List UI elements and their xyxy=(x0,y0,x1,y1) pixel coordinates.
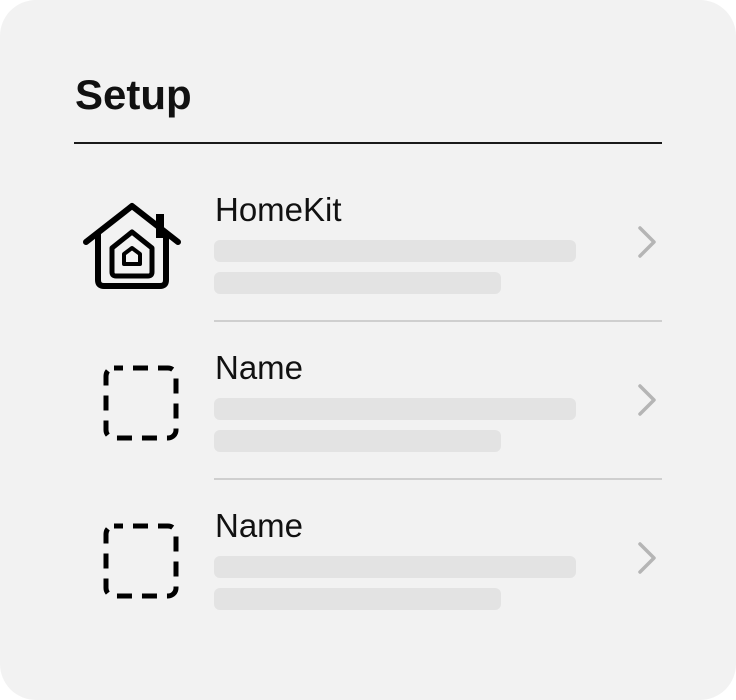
row-divider xyxy=(214,478,662,480)
description-placeholder-line xyxy=(214,398,576,420)
description-placeholder-line xyxy=(214,240,576,262)
chevron-right-icon xyxy=(634,538,660,578)
placeholder-dashed-square-icon xyxy=(82,510,182,610)
description-placeholder-line xyxy=(214,556,576,578)
setup-item-label: Name xyxy=(215,507,304,544)
setup-card: Setup HomeKit Name Name xyxy=(0,0,736,700)
placeholder-dashed-square-icon xyxy=(82,352,182,452)
setup-item-label: HomeKit xyxy=(215,191,342,228)
setup-item-name-2[interactable]: Name xyxy=(74,506,662,664)
chevron-right-icon xyxy=(634,380,660,420)
setup-item-homekit[interactable]: HomeKit xyxy=(74,190,662,348)
setup-item-label: Name xyxy=(215,349,304,386)
description-placeholder-line xyxy=(214,272,501,294)
title-divider xyxy=(74,142,662,144)
chevron-right-icon xyxy=(634,222,660,262)
homekit-house-icon xyxy=(82,196,182,296)
page-title: Setup xyxy=(75,71,192,118)
description-placeholder-line xyxy=(214,588,501,610)
description-placeholder-line xyxy=(214,430,501,452)
row-divider xyxy=(214,320,662,322)
setup-item-name-1[interactable]: Name xyxy=(74,348,662,506)
